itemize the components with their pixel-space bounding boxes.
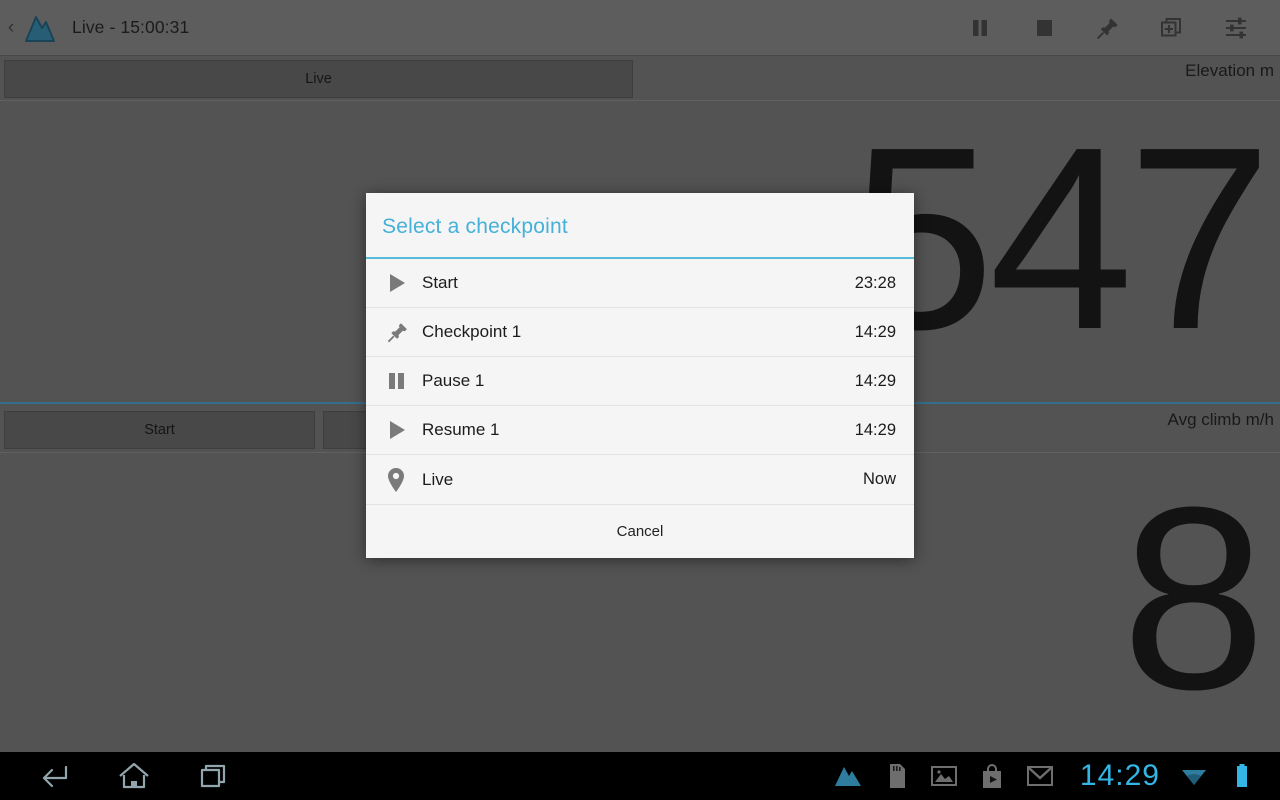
- wifi-icon[interactable]: [1178, 752, 1210, 800]
- marker-icon: [382, 466, 422, 494]
- recents-icon[interactable]: [174, 752, 254, 800]
- mountain-app-icon[interactable]: [832, 752, 864, 800]
- list-item[interactable]: Checkpoint 1 14:29: [366, 308, 914, 357]
- play-icon: [382, 416, 422, 444]
- list-item-label: Pause 1: [422, 371, 485, 390]
- system-navigation-bar: 14:29: [0, 752, 1280, 800]
- gallery-icon[interactable]: [928, 752, 960, 800]
- gmail-icon[interactable]: [1024, 752, 1056, 800]
- list-item-label: Checkpoint 1: [422, 322, 522, 341]
- status-tray: 14:29: [824, 752, 1280, 800]
- pin-icon: [382, 318, 422, 346]
- list-item-label: Live: [422, 469, 454, 489]
- nav-buttons: [0, 752, 254, 800]
- list-item-time: 14:29: [854, 420, 896, 439]
- sdcard-icon[interactable]: [880, 752, 912, 800]
- cancel-button[interactable]: Cancel: [617, 523, 664, 540]
- play-store-icon[interactable]: [976, 752, 1008, 800]
- play-icon: [382, 269, 422, 297]
- list-item[interactable]: Pause 1 14:29: [366, 357, 914, 406]
- screen: ‹ Live - 15:00:31 Live Elevation m 547 A…: [0, 0, 1280, 800]
- checkpoint-list: Start 23:28 Checkpoint 1 14:29 Pause 1 1…: [366, 259, 914, 504]
- battery-icon[interactable]: [1226, 752, 1258, 800]
- home-icon[interactable]: [94, 752, 174, 800]
- list-item-label: Resume 1: [422, 420, 500, 439]
- list-item[interactable]: Start 23:28: [366, 259, 914, 308]
- list-item-time: Now: [862, 470, 896, 488]
- list-item-time: 14:29: [854, 322, 896, 341]
- list-item-time: 23:28: [854, 273, 896, 292]
- checkpoint-dialog: Select a checkpoint Start 23:28 Checkpoi…: [366, 193, 914, 558]
- dialog-footer: Cancel: [366, 504, 914, 558]
- list-item[interactable]: Resume 1 14:29: [366, 406, 914, 455]
- back-icon[interactable]: [14, 752, 94, 800]
- status-clock: 14:29: [1079, 759, 1160, 792]
- list-item-time: 14:29: [854, 371, 896, 390]
- list-item-label: Start: [422, 273, 458, 292]
- pause-icon: [382, 367, 422, 395]
- list-item[interactable]: Live Now: [366, 455, 914, 504]
- dialog-title: Select a checkpoint: [382, 215, 568, 238]
